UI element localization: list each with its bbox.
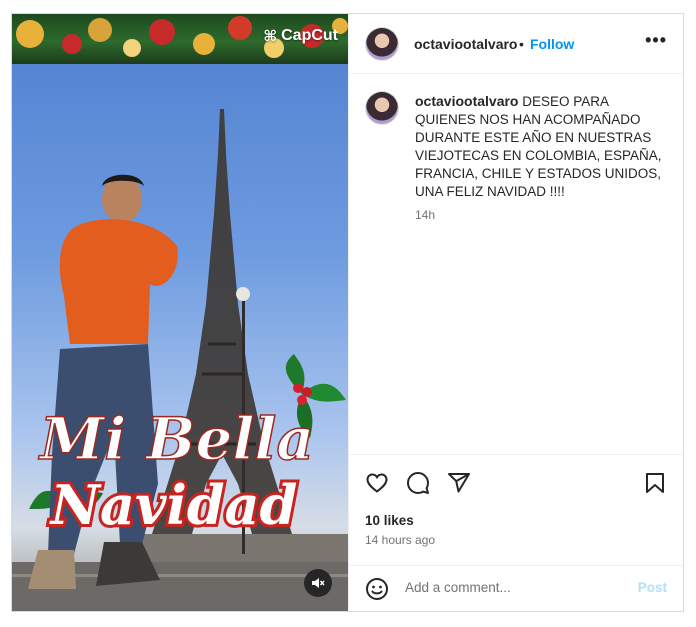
mi-bella-navidad-title: Mi Bella Navidad — [37, 404, 315, 540]
more-options-icon[interactable]: ••• — [645, 30, 667, 51]
mute-button[interactable] — [304, 569, 332, 597]
emoji-icon[interactable] — [365, 577, 389, 601]
avatar[interactable] — [366, 28, 398, 60]
caption-timestamp[interactable]: 14h — [415, 208, 435, 222]
post-modal: Mi Bella Navidad ⌘ CapCut octaviootalvar… — [11, 13, 684, 612]
title-line2: Navidad — [49, 473, 298, 537]
likes-count[interactable]: 10 likes — [365, 513, 414, 528]
post-caption: octaviootalvaro DESEO PARA QUIENES NOS H… — [415, 92, 670, 201]
separator-dot: • — [519, 36, 524, 52]
title-line1: Mi Bella — [38, 405, 314, 473]
caption-avatar[interactable] — [366, 92, 398, 124]
post-side-panel: octaviootalvaro • Follow ••• octaviootal… — [348, 14, 683, 611]
heart-icon[interactable] — [365, 471, 389, 495]
capcut-label: CapCut — [281, 27, 338, 44]
capcut-logo-icon: ⌘ — [263, 28, 278, 45]
follow-button[interactable]: Follow — [530, 36, 574, 52]
caption-username[interactable]: octaviootalvaro — [415, 93, 518, 109]
capcut-watermark: ⌘ CapCut — [263, 27, 338, 45]
bookmark-icon[interactable] — [643, 471, 667, 495]
post-timestamp[interactable]: 14 hours ago — [365, 533, 435, 547]
share-icon[interactable] — [447, 471, 471, 495]
comment-input[interactable] — [405, 580, 625, 595]
header-username[interactable]: octaviootalvaro — [414, 36, 517, 52]
post-comment-button[interactable]: Post — [638, 580, 667, 595]
post-actions: 10 likes 14 hours ago Post — [349, 454, 683, 611]
comment-bar: Post — [349, 565, 683, 611]
speaker-muted-icon — [312, 578, 325, 588]
post-header: octaviootalvaro • Follow ••• — [349, 14, 683, 74]
post-media[interactable]: Mi Bella Navidad ⌘ CapCut — [12, 14, 348, 611]
comment-icon[interactable] — [406, 471, 430, 495]
caption-text: DESEO PARA QUIENES NOS HAN ACOMPAÑADO DU… — [415, 94, 662, 199]
